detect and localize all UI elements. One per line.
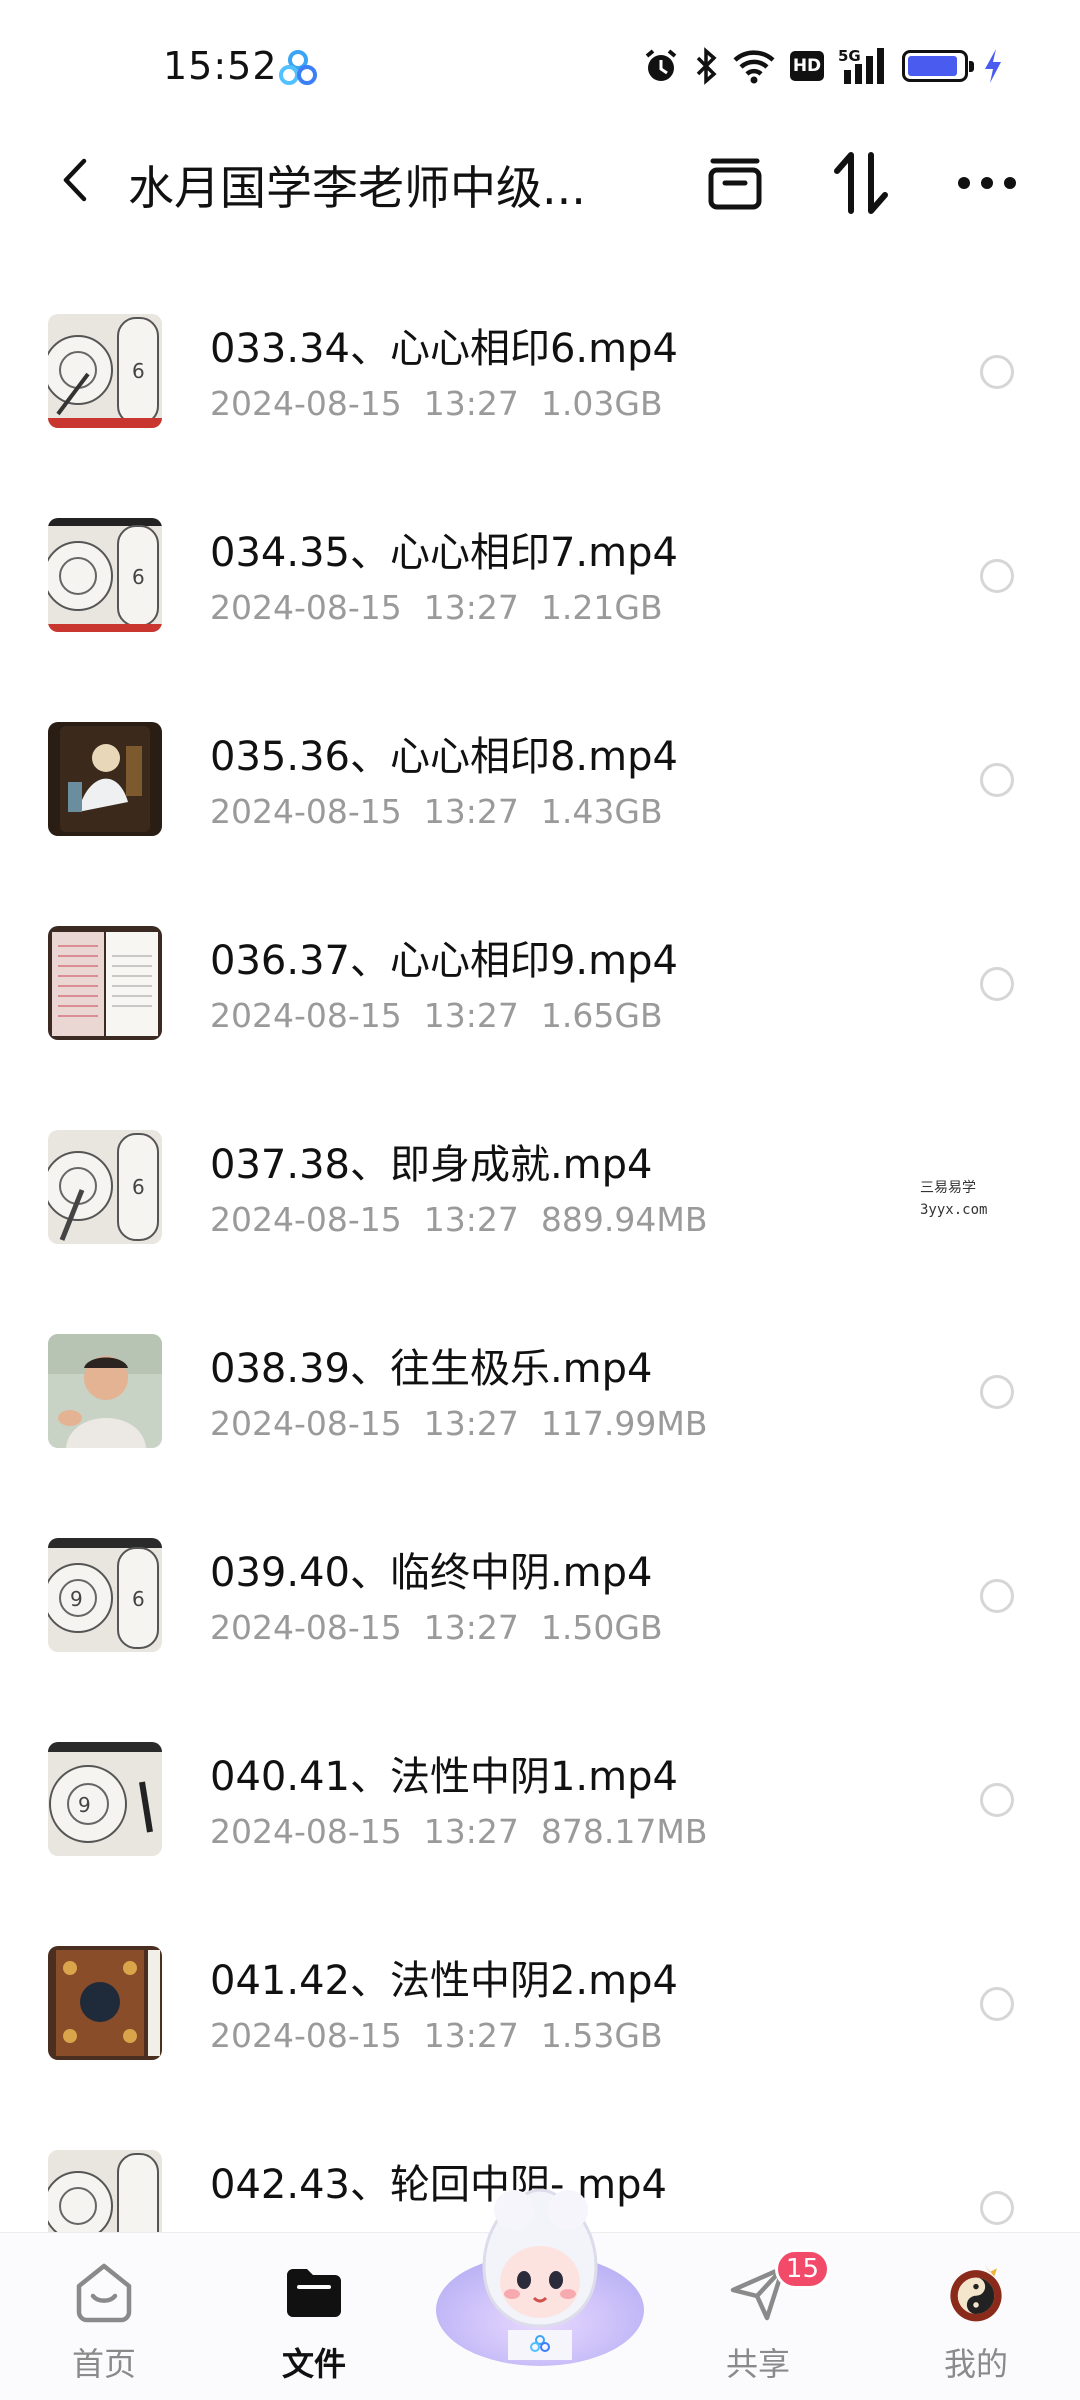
file-meta: 2024-08-15 13:27 1.03GB [210, 384, 663, 423]
nav-label: 我的 [943, 2345, 1008, 2383]
folder-icon [282, 2261, 346, 2325]
select-radio[interactable] [980, 1375, 1014, 1409]
page-title: 水月国学李老师中级... [128, 161, 586, 215]
file-meta: 2024-08-15 13:27 878.17MB [210, 1812, 708, 1851]
more-icon [958, 177, 1016, 189]
status-icons: HD 5G [642, 46, 1004, 86]
select-radio[interactable] [980, 559, 1014, 593]
video-thumbnail [48, 1946, 162, 2060]
file-meta: 2024-08-15 13:27 1.21GB [210, 588, 663, 627]
sort-icon [834, 152, 888, 214]
file-row[interactable]: 041.42、法性中阴2.mp4 2024-08-15 13:27 1.53GB [0, 1902, 1080, 2106]
file-row[interactable]: 96 039.40、临终中阴.mp4 2024-08-15 13:27 1.50GB [0, 1494, 1080, 1698]
video-thumbnail: 6 [48, 314, 162, 428]
nav-item-profile[interactable]: 我的 [906, 2261, 1046, 2385]
file-row[interactable]: 036.37、心心相印9.mp4 2024-08-15 13:27 1.65GB [0, 882, 1080, 1086]
nav-label: 首页 [71, 2345, 136, 2383]
file-name: 040.41、法性中阴1.mp4 [210, 1754, 678, 1800]
notification-badge: 15 [774, 2249, 830, 2289]
file-row[interactable]: 6 034.35、心心相印7.mp4 2024-08-15 13:27 1.21GB [0, 474, 1080, 678]
file-meta: 2024-08-15 13:27 117.99MB [210, 1404, 708, 1443]
file-meta: 2024-08-15 13:27 1.65GB [210, 996, 663, 1035]
back-button[interactable] [50, 152, 100, 208]
select-radio[interactable] [980, 967, 1014, 1001]
file-name: 035.36、心心相印8.mp4 [210, 734, 678, 780]
send-icon: 15 [726, 2249, 830, 2325]
nav-item-files[interactable]: 文件 [244, 2261, 384, 2385]
video-thumbnail: 9 [48, 1742, 162, 1856]
file-row[interactable]: 038.39、往生极乐.mp4 2024-08-15 13:27 117.99MB [0, 1290, 1080, 1494]
charging-icon [982, 46, 1004, 86]
file-name: 036.37、心心相印9.mp4 [210, 938, 678, 984]
file-name: 041.42、法性中阴2.mp4 [210, 1958, 678, 2004]
wifi-icon [732, 46, 776, 86]
more-button[interactable] [952, 148, 1022, 218]
select-radio[interactable] [980, 1579, 1014, 1613]
file-meta: 2024-08-15 13:27 1.43GB [210, 792, 663, 831]
avatar-icon [944, 2261, 1008, 2325]
sort-button[interactable] [826, 148, 896, 218]
file-meta: 2024-08-15 13:27 1.53GB [210, 2016, 663, 2055]
assistant-mascot-button[interactable] [428, 2170, 652, 2370]
file-row[interactable]: 6 033.34、心心相印6.mp4 2024-08-15 13:27 1.03GB [0, 270, 1080, 474]
back-icon [63, 158, 87, 202]
archive-button[interactable] [700, 148, 770, 218]
signal-5g-icon: 5G [838, 46, 888, 86]
select-radio[interactable] [980, 355, 1014, 389]
header: 水月国学李老师中级... [0, 130, 1080, 230]
status-bar: 15:52 HD 5G [0, 0, 1080, 130]
file-name: 037.38、即身成就.mp4 [210, 1142, 653, 1188]
video-thumbnail: 96 [48, 1538, 162, 1652]
nav-label: 文件 [281, 2345, 346, 2383]
video-thumbnail [48, 1334, 162, 1448]
svg-text:6: 6 [132, 359, 145, 383]
nav-item-home[interactable]: 首页 [34, 2261, 174, 2385]
nav-label: 共享 [725, 2345, 790, 2383]
video-thumbnail: 6 [48, 1130, 162, 1244]
mascot-icon [436, 2188, 644, 2366]
baidu-cloud-icon [278, 48, 318, 88]
select-radio[interactable] [980, 763, 1014, 797]
file-meta: 2024-08-15 13:27 1.50GB [210, 1608, 663, 1647]
hd-icon: HD [790, 46, 824, 86]
select-radio[interactable] [980, 1783, 1014, 1817]
file-name: 034.35、心心相印7.mp4 [210, 530, 678, 576]
file-row[interactable]: 035.36、心心相印8.mp4 2024-08-15 13:27 1.43GB [0, 678, 1080, 882]
archive-icon [708, 158, 762, 210]
nav-item-share[interactable]: 15 共享 [688, 2249, 830, 2385]
svg-text:9: 9 [78, 1793, 91, 1817]
video-thumbnail: 6 [48, 518, 162, 632]
svg-text:6: 6 [132, 1587, 145, 1611]
svg-text:5G: 5G [838, 47, 861, 65]
svg-text:6: 6 [132, 565, 145, 589]
bluetooth-icon [694, 46, 718, 86]
select-radio[interactable] [980, 2191, 1014, 2225]
file-row[interactable]: 9 040.41、法性中阴1.mp4 2024-08-15 13:27 878.17… [0, 1698, 1080, 1902]
alarm-icon [642, 46, 680, 86]
file-name: 038.39、往生极乐.mp4 [210, 1346, 653, 1392]
video-thumbnail [48, 926, 162, 1040]
file-row[interactable]: 6 037.38、即身成就.mp4 2024-08-15 13:27 889.94M… [0, 1086, 1080, 1290]
home-icon [72, 2261, 136, 2325]
file-name: 039.40、临终中阴.mp4 [210, 1550, 653, 1596]
video-thumbnail [48, 722, 162, 836]
svg-text:6: 6 [132, 1175, 145, 1199]
file-meta: 2024-08-15 13:27 889.94MB [210, 1200, 708, 1239]
select-radio[interactable] [980, 1987, 1014, 2021]
file-name: 033.34、心心相印6.mp4 [210, 326, 678, 372]
battery-icon [902, 46, 974, 86]
file-list: 6 033.34、心心相印6.mp4 2024-08-15 13:27 1.03GB… [0, 270, 1080, 2310]
watermark: 三易易学 3yyx.com [920, 1180, 988, 1218]
status-time: 15:52 [163, 44, 278, 88]
svg-text:9: 9 [70, 1587, 83, 1611]
